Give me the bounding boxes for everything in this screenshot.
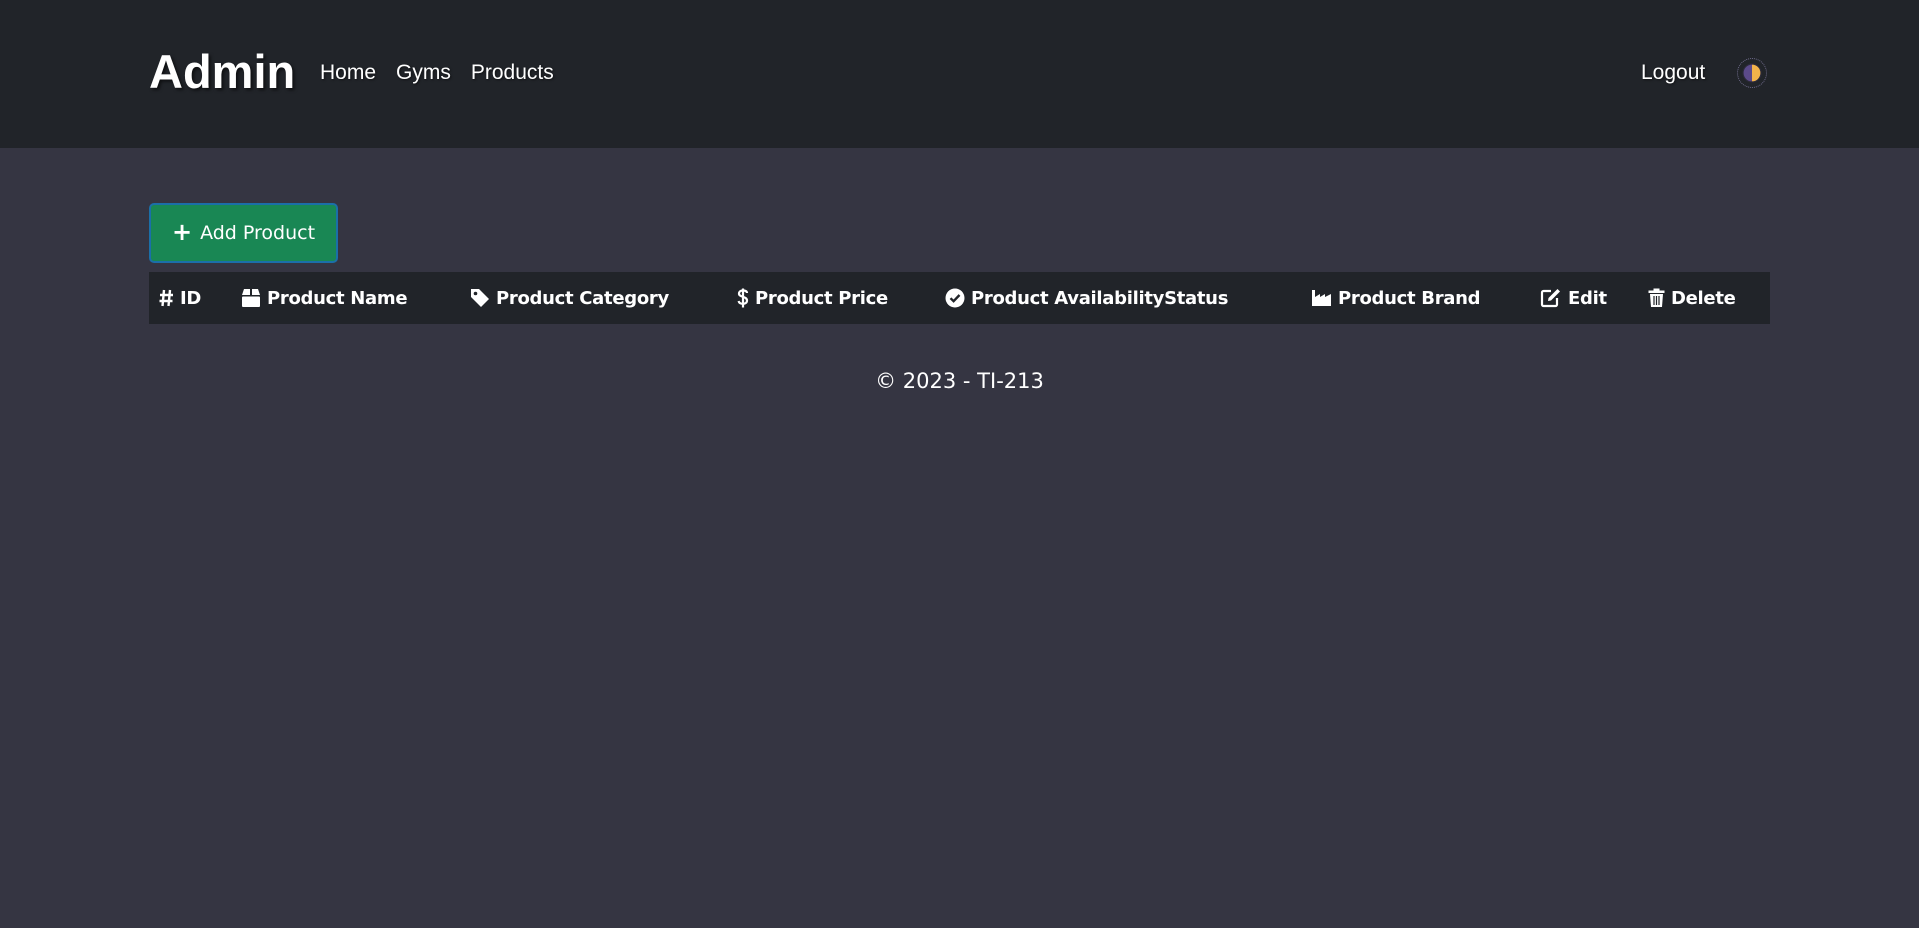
brand-title[interactable]: Admin [149, 44, 295, 100]
nav-link-products[interactable]: Products [471, 60, 554, 86]
column-header-product-price-label: Product Price [755, 287, 888, 309]
column-header-id[interactable]: ID [159, 272, 201, 324]
column-header-product-price[interactable]: Product Price [737, 272, 888, 324]
column-header-id-label: ID [180, 287, 202, 309]
hash-icon [159, 289, 173, 307]
nav-link-home[interactable]: Home [320, 60, 376, 86]
add-product-button[interactable]: + Add Product [149, 203, 338, 263]
check-circle-icon [945, 288, 965, 308]
column-header-delete[interactable]: Delete [1648, 272, 1736, 324]
industry-icon [1312, 290, 1331, 306]
trash-icon [1648, 288, 1665, 307]
add-product-label: Add Product [200, 222, 316, 244]
nav-links: Home Gyms Products [320, 60, 554, 86]
column-header-product-name[interactable]: Product Name [241, 272, 408, 324]
column-header-product-name-label: Product Name [267, 287, 408, 309]
footer-copyright: © 2023 - TI-213 [875, 369, 1044, 393]
dollar-icon [737, 288, 749, 308]
column-header-edit-label: Edit [1568, 287, 1607, 309]
products-table-header: ID Product Name Product Category Product… [149, 272, 1770, 324]
column-header-availability-status[interactable]: Product AvailabilityStatus [945, 272, 1228, 324]
column-header-product-category-label: Product Category [496, 287, 669, 309]
box-icon [242, 289, 260, 307]
column-header-availability-status-label: Product AvailabilityStatus [971, 287, 1229, 309]
theme-toggle-button[interactable] [1737, 58, 1767, 88]
column-header-delete-label: Delete [1671, 287, 1736, 309]
column-header-product-brand-label: Product Brand [1338, 287, 1481, 309]
nav-link-gyms[interactable]: Gyms [396, 60, 451, 86]
column-header-product-category[interactable]: Product Category [470, 272, 669, 324]
plus-icon: + [171, 218, 193, 246]
top-navbar: Admin Home Gyms Products Logout [0, 0, 1919, 148]
tag-icon [471, 289, 489, 307]
half-moon-contrast-icon [1742, 63, 1762, 83]
column-header-edit[interactable]: Edit [1540, 272, 1607, 324]
column-header-product-brand[interactable]: Product Brand [1311, 272, 1481, 324]
edit-icon [1540, 289, 1560, 308]
logout-link[interactable]: Logout [1641, 60, 1705, 86]
